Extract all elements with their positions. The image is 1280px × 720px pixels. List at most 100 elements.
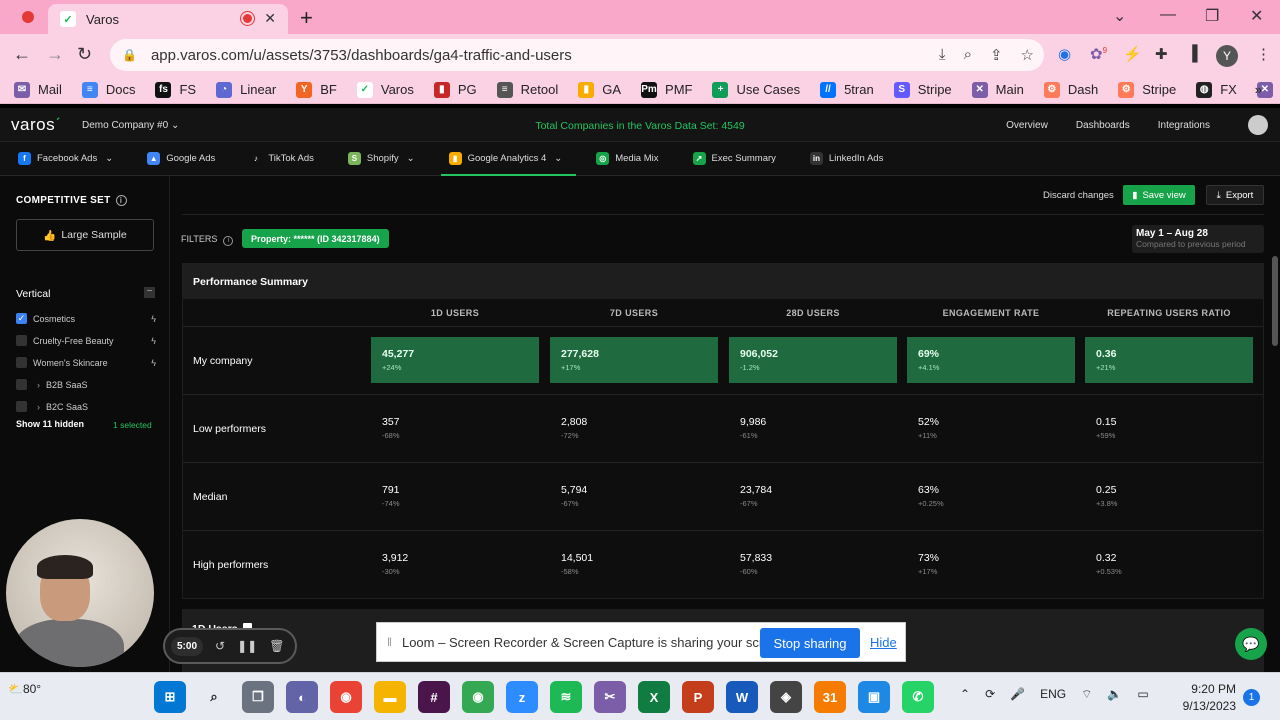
bookmark-bf[interactable]: Y BF — [296, 81, 337, 98]
bookmark-fx[interactable]: ◍ FX — [1196, 81, 1237, 98]
stop-sharing-button[interactable]: Stop sharing — [760, 628, 860, 658]
nav-overview[interactable]: Overview — [1006, 120, 1048, 131]
extension-green-icon[interactable]: ⚡ — [1123, 45, 1142, 63]
vertical-item[interactable]: › B2C SaaS — [16, 401, 156, 412]
vertical-checkbox[interactable] — [16, 401, 27, 412]
install-app-icon[interactable]: ⤓ — [939, 46, 946, 64]
slack-icon[interactable]: # — [418, 681, 450, 713]
bookmark-docs[interactable]: ≡ Docs — [81, 81, 135, 98]
restore-icon[interactable]: ❐ — [1205, 6, 1219, 26]
excel-icon[interactable]: X — [638, 681, 670, 713]
page-scrollbar[interactable] — [1272, 256, 1278, 346]
pause-icon[interactable]: ❚❚ — [237, 639, 257, 653]
bookmark-main[interactable]: ✕ Main — [971, 81, 1024, 98]
bookmark-pmf[interactable]: Pm PMF — [641, 81, 692, 98]
side-panel-icon[interactable]: ▐ — [1187, 45, 1198, 62]
bookmark-use-cases[interactable]: + Use Cases — [712, 81, 800, 98]
zoom-icon[interactable]: ⌕ — [964, 46, 972, 64]
volume-icon[interactable]: 🔈 — [1107, 687, 1122, 702]
chevron-right-icon[interactable]: › — [37, 380, 40, 390]
notification-badge[interactable]: 1 — [1243, 689, 1260, 706]
bookmarks-overflow-icon[interactable]: » — [1255, 82, 1262, 97]
browser-tab[interactable]: ✓ Varos ✕ — [48, 4, 288, 34]
snipping-tool-icon[interactable]: ✂ — [594, 681, 626, 713]
zoom-icon-app[interactable]: z — [506, 681, 538, 713]
bookmark-retool[interactable]: ≡ Retool — [496, 81, 558, 98]
bookmark-dash[interactable]: ⚙ Dash — [1043, 81, 1098, 98]
tab-exec-summary[interactable]: ↗ Exec Summary — [692, 142, 776, 176]
extensions-puzzle-icon[interactable]: ✚ — [1155, 45, 1168, 63]
restart-icon[interactable]: ↺ — [215, 639, 225, 653]
vertical-item[interactable]: Cruelty-Free Beauty ϟ — [16, 335, 156, 346]
date-range-picker[interactable]: May 1 – Aug 28 Compared to previous peri… — [1132, 225, 1264, 253]
close-window-icon[interactable]: ✕ — [1250, 6, 1263, 26]
save-view-button[interactable]: ▮ Save view — [1123, 185, 1195, 205]
spotify-icon[interactable]: ≋ — [550, 681, 582, 713]
weather-widget[interactable]: ⛅80° — [8, 682, 41, 696]
photos-icon[interactable]: ▣ — [858, 681, 890, 713]
language-indicator[interactable]: ENG — [1040, 687, 1066, 702]
tab-google-ads[interactable]: ▲ Google Ads — [147, 142, 215, 176]
nav-integrations[interactable]: Integrations — [1158, 120, 1210, 131]
bookmark-ga[interactable]: ▮ GA — [578, 81, 621, 98]
search-icon[interactable]: ⌕ — [198, 681, 230, 713]
minimize-icon[interactable]: — — [1160, 6, 1176, 24]
whatsapp-icon[interactable]: ✆ — [902, 681, 934, 713]
calendar-icon[interactable]: 31 — [814, 681, 846, 713]
bookmark-pg[interactable]: ▮ PG — [433, 81, 477, 98]
chrome-active-icon[interactable]: ◉ — [462, 681, 494, 713]
info-icon[interactable]: i — [115, 195, 127, 206]
powerpoint-icon[interactable]: P — [682, 681, 714, 713]
bookmark-linear[interactable]: ◔ Linear — [216, 81, 276, 98]
microphone-icon[interactable]: 🎤 — [1010, 687, 1025, 702]
task-view-icon[interactable]: ❐ — [242, 681, 274, 713]
vertical-item[interactable]: › B2B SaaS — [16, 379, 156, 390]
trash-icon[interactable]: 🗑 — [269, 639, 284, 653]
bookmark-5tran[interactable]: // 5tran — [820, 81, 874, 98]
share-icon[interactable]: ⇪ — [990, 46, 1003, 64]
tab-google-analytics-4[interactable]: ▮ Google Analytics 4 ⌄ — [440, 142, 576, 176]
collapse-icon[interactable]: − — [144, 287, 155, 298]
nav-dashboards[interactable]: Dashboards — [1076, 120, 1130, 131]
tab-search-chevron-icon[interactable]: ⌄ — [1113, 6, 1126, 26]
vertical-checkbox[interactable]: ✓ — [16, 313, 27, 324]
wifi-icon[interactable]: ⌔ — [1081, 687, 1092, 702]
webcam-bubble[interactable] — [6, 519, 154, 667]
profile-avatar[interactable]: Y — [1216, 45, 1238, 67]
forward-icon[interactable]: → — [46, 44, 64, 65]
file-explorer-icon[interactable]: ▬ — [374, 681, 406, 713]
bookmark-stripe[interactable]: S Stripe — [893, 81, 952, 98]
browser-menu-icon[interactable]: ⋮ — [1256, 45, 1271, 63]
vertical-checkbox[interactable] — [16, 379, 27, 390]
tab-shopify[interactable]: S Shopify ⌄ — [347, 142, 415, 176]
vertical-item[interactable]: ✓ Cosmetics ϟ — [16, 313, 156, 324]
tab-linkedin-ads[interactable]: in LinkedIn Ads — [809, 142, 883, 176]
extension-badge-icon[interactable]: ✿9 — [1090, 45, 1107, 63]
large-sample-button[interactable]: 👍 Large Sample — [16, 219, 154, 251]
layers-icon[interactable]: ◈ — [770, 681, 802, 713]
tray-chevron-icon[interactable]: ⌃ — [960, 687, 970, 702]
chevron-right-icon[interactable]: › — [37, 402, 40, 412]
word-icon[interactable]: W — [726, 681, 758, 713]
property-filter-chip[interactable]: Property: ****** (ID 342317884) — [242, 229, 389, 248]
show-hidden-link[interactable]: Show 11 hidden — [16, 419, 84, 429]
new-tab-icon[interactable]: + — [300, 5, 313, 31]
reload-icon[interactable]: ↻ — [77, 44, 92, 65]
url-input[interactable]: 🔒 app.varos.com/u/assets/3753/dashboards… — [110, 39, 1044, 71]
clock[interactable]: 9:20 PM 9/13/2023 — [1180, 681, 1236, 715]
tab-media-mix[interactable]: ◎ Media Mix — [596, 142, 659, 176]
bookmark-star-icon[interactable]: ☆ — [1021, 46, 1034, 64]
bookmark-varos[interactable]: ✓ Varos — [356, 81, 414, 98]
vertical-checkbox[interactable] — [16, 335, 27, 346]
back-icon[interactable]: ← — [13, 44, 31, 65]
drag-handle-icon[interactable]: ‖ — [387, 635, 392, 649]
hide-link[interactable]: Hide — [870, 635, 897, 650]
filters-info-icon[interactable]: i — [223, 236, 234, 246]
battery-icon[interactable]: ▭ — [1137, 687, 1148, 702]
extension-blue-icon[interactable]: ◉ — [1058, 45, 1071, 63]
windows-start-icon[interactable]: ⊞ — [154, 681, 186, 713]
chrome-icon[interactable]: ◉ — [330, 681, 362, 713]
discard-changes-button[interactable]: Discard changes — [1043, 190, 1114, 201]
user-avatar[interactable] — [1248, 115, 1268, 135]
sync-icon[interactable]: ⟳ — [985, 687, 995, 702]
